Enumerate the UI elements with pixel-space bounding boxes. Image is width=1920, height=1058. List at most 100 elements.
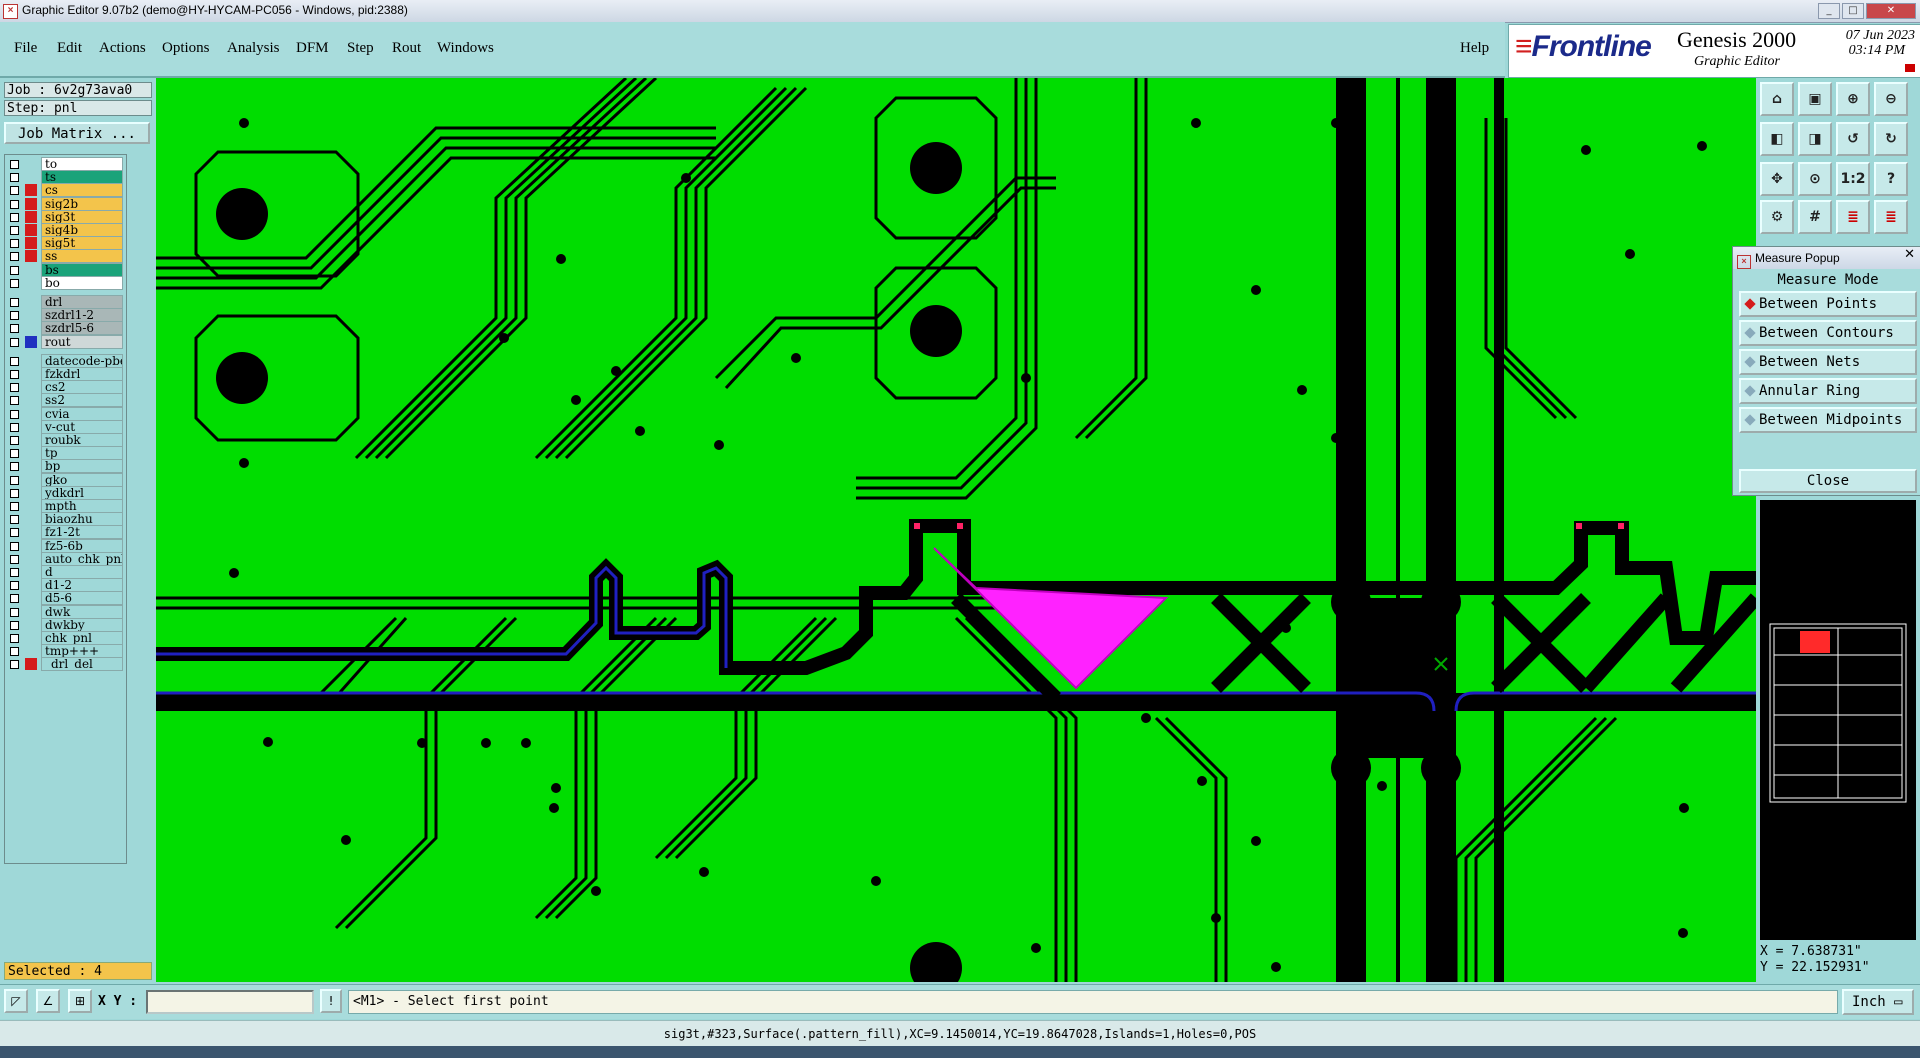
layer-name[interactable]: dwkby bbox=[41, 617, 123, 632]
mode-between-midpoints[interactable]: Between Midpoints bbox=[1739, 407, 1917, 433]
center-icon[interactable]: ⊙ bbox=[1798, 162, 1832, 196]
layer-color-swatch[interactable] bbox=[25, 606, 37, 618]
layer-row[interactable]: auto_chk_pnl bbox=[5, 551, 125, 566]
layer-name[interactable]: rout bbox=[41, 334, 123, 349]
measure-popup-header[interactable]: × Measure Popup ✕ bbox=[1733, 247, 1920, 269]
layer-color-swatch[interactable] bbox=[25, 447, 37, 459]
layer-checkbox[interactable] bbox=[10, 383, 19, 393]
layer-checkbox[interactable] bbox=[10, 647, 19, 657]
fit-icon[interactable]: ▣ bbox=[1798, 82, 1832, 116]
grid-icon[interactable]: # bbox=[1798, 200, 1832, 234]
layer-row[interactable]: d1-2 bbox=[5, 578, 125, 593]
layer-row[interactable]: tp bbox=[5, 446, 125, 461]
layer-name[interactable]: d5-6 bbox=[41, 591, 123, 606]
popup-close-icon[interactable]: ✕ bbox=[1904, 247, 1915, 262]
layer-name[interactable]: ss bbox=[41, 249, 123, 264]
layer-checkbox[interactable] bbox=[10, 396, 19, 406]
layer-row[interactable]: chk_pnl bbox=[5, 631, 125, 645]
layer-name[interactable]: drl bbox=[41, 295, 123, 309]
menu-windows[interactable]: Windows bbox=[437, 40, 494, 57]
mode-annular-ring[interactable]: Annular Ring bbox=[1739, 378, 1917, 404]
layer-row[interactable]: mpth bbox=[5, 499, 125, 513]
mode-between-contours[interactable]: Between Contours bbox=[1739, 320, 1917, 346]
layer-name[interactable]: bs bbox=[41, 262, 123, 277]
layer-name[interactable]: mpth bbox=[41, 499, 123, 513]
layer-color-swatch[interactable] bbox=[25, 487, 37, 499]
layer-row[interactable]: sig5t bbox=[5, 236, 125, 251]
layer-color-swatch[interactable] bbox=[25, 421, 37, 433]
layer-row[interactable]: bo bbox=[5, 275, 125, 290]
layer-checkbox[interactable] bbox=[10, 226, 19, 235]
layer-checkbox[interactable] bbox=[10, 173, 19, 183]
layer-name[interactable]: tmp+++ bbox=[41, 644, 123, 659]
layer-row[interactable]: fz1-2t bbox=[5, 525, 125, 540]
layer-color-swatch[interactable] bbox=[25, 500, 37, 512]
layer-name[interactable]: gko bbox=[41, 472, 123, 487]
layer-checkbox[interactable] bbox=[10, 324, 19, 334]
layer-options-icon[interactable]: ≣ bbox=[1874, 200, 1908, 234]
layer-color-swatch[interactable] bbox=[25, 158, 37, 170]
layer-row[interactable]: cvia bbox=[5, 406, 125, 421]
layer-checkbox[interactable] bbox=[10, 199, 19, 209]
zoom-out-icon[interactable]: ⊖ bbox=[1874, 82, 1908, 116]
layer-row[interactable]: datecode-pbe bbox=[5, 353, 125, 368]
layer-checkbox[interactable] bbox=[10, 528, 19, 538]
layer-checkbox[interactable] bbox=[10, 265, 19, 275]
layer-color-swatch[interactable] bbox=[25, 579, 37, 591]
layer-name[interactable]: dwk bbox=[41, 604, 123, 619]
layer-name[interactable]: to bbox=[41, 157, 123, 171]
minimize-button[interactable]: _ bbox=[1818, 3, 1840, 19]
layer-name[interactable]: sig4b bbox=[41, 223, 123, 237]
layer-row[interactable]: roubk bbox=[5, 433, 125, 447]
layer-name[interactable]: cvia bbox=[41, 406, 123, 421]
layer-color-swatch[interactable] bbox=[25, 540, 37, 552]
layer-checkbox[interactable] bbox=[10, 311, 19, 321]
layer-name[interactable]: sig3t bbox=[41, 209, 123, 224]
overview-map[interactable] bbox=[1760, 500, 1916, 940]
maximize-button[interactable]: □ bbox=[1842, 3, 1864, 19]
mode-between-nets[interactable]: Between Nets bbox=[1739, 349, 1917, 375]
layer-name[interactable]: ts bbox=[41, 170, 123, 185]
layer-checkbox[interactable] bbox=[10, 212, 19, 222]
layer-color-swatch[interactable] bbox=[25, 197, 37, 210]
layer-color-swatch[interactable] bbox=[25, 309, 37, 321]
layer-color-swatch[interactable] bbox=[25, 474, 37, 486]
layer-row[interactable]: v-cut bbox=[5, 419, 125, 434]
layer-row[interactable]: cs bbox=[5, 183, 125, 198]
layer-checkbox[interactable] bbox=[10, 436, 19, 445]
layer-checkbox[interactable] bbox=[10, 252, 19, 262]
zoom-in-icon[interactable]: ⊕ bbox=[1836, 82, 1870, 116]
layer-row[interactable]: dwk bbox=[5, 604, 125, 619]
layer-color-swatch[interactable] bbox=[25, 237, 37, 250]
menu-analysis[interactable]: Analysis bbox=[227, 40, 280, 57]
layer-color-swatch[interactable] bbox=[25, 513, 37, 525]
layer-checkbox[interactable] bbox=[10, 370, 19, 379]
layer-name[interactable]: auto_chk_pnl bbox=[41, 551, 123, 566]
redraw-icon[interactable]: ↻ bbox=[1874, 122, 1908, 156]
layer-name[interactable]: bp bbox=[41, 459, 123, 474]
layer-name[interactable]: sig2b bbox=[41, 196, 123, 211]
layer-checkbox[interactable] bbox=[10, 356, 19, 366]
close-window-button[interactable]: ✕ bbox=[1866, 3, 1916, 19]
layer-color-swatch[interactable] bbox=[25, 460, 37, 472]
layer-color-swatch[interactable] bbox=[25, 526, 37, 538]
layer-checkbox[interactable] bbox=[10, 634, 19, 643]
layer-row[interactable]: d5-6 bbox=[5, 591, 125, 606]
layer-color-swatch[interactable] bbox=[25, 355, 37, 367]
layer-color-swatch[interactable] bbox=[25, 322, 37, 334]
home-icon[interactable]: ⌂ bbox=[1760, 82, 1794, 116]
layer-checkbox[interactable] bbox=[10, 186, 19, 196]
layer-row[interactable]: dwkby bbox=[5, 617, 125, 632]
layer-color-swatch[interactable] bbox=[25, 264, 37, 276]
layer-checkbox[interactable] bbox=[10, 568, 19, 577]
layer-color-swatch[interactable] bbox=[25, 296, 37, 308]
layer-name[interactable]: datecode-pbe bbox=[41, 353, 123, 368]
layer-color-swatch[interactable] bbox=[25, 224, 37, 236]
layer-name[interactable]: szdrl5-6 bbox=[41, 321, 123, 336]
menu-options[interactable]: Options bbox=[162, 40, 210, 57]
layer-color-swatch[interactable] bbox=[25, 619, 37, 631]
layer-row[interactable]: bs bbox=[5, 262, 125, 277]
layer-checkbox[interactable] bbox=[10, 422, 19, 432]
layer-checkbox[interactable] bbox=[10, 541, 19, 551]
layer-color-swatch[interactable] bbox=[25, 566, 37, 578]
